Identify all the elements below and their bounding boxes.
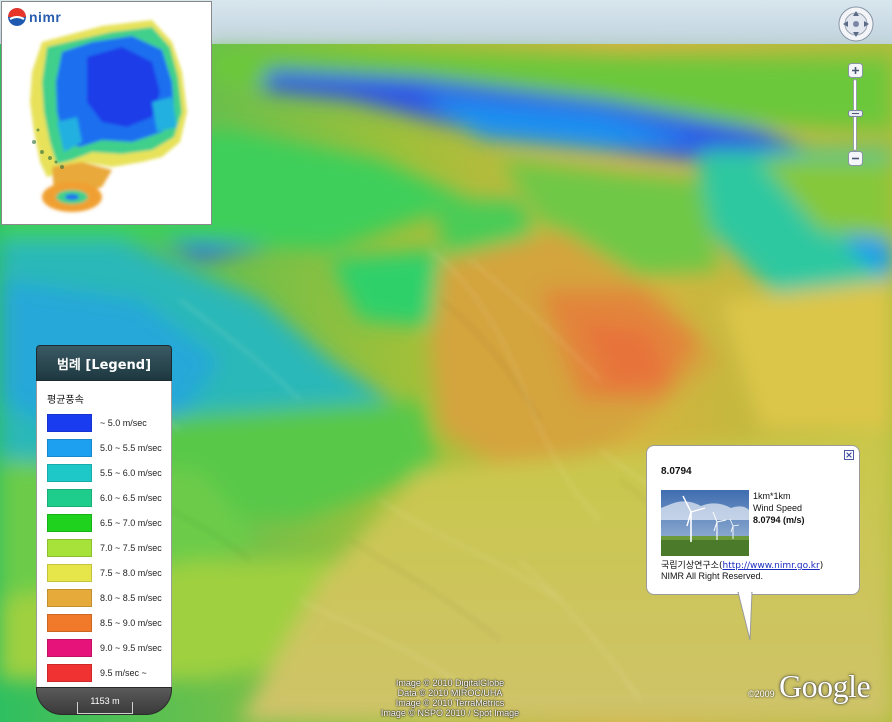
legend-swatch bbox=[47, 489, 92, 507]
balloon-metric-name: Wind Speed bbox=[753, 503, 803, 513]
navigation-compass-control[interactable] bbox=[838, 6, 874, 42]
legend-item-label: ~ 5.0 m/sec bbox=[100, 418, 147, 428]
legend-item-label: 8.5 ~ 9.0 m/sec bbox=[100, 618, 162, 628]
org-name: 국립기상연구소( bbox=[661, 561, 723, 571]
legend-swatch bbox=[47, 589, 92, 607]
nimr-logo: nimr bbox=[8, 8, 61, 26]
legend-swatch bbox=[47, 614, 92, 632]
google-logo: Google bbox=[779, 668, 871, 704]
legend-item: 6.5 ~ 7.0 m/sec bbox=[47, 513, 167, 533]
attribution-line-2: Data © 2010 MIROC/UHA bbox=[397, 688, 503, 698]
legend-item: 5.5 ~ 6.0 m/sec bbox=[47, 463, 167, 483]
zoom-out-icon[interactable] bbox=[848, 151, 863, 166]
legend-body: 평균풍속 ~ 5.0 m/sec 5.0 ~ 5.5 m/sec 5.5 ~ 6.0… bbox=[36, 381, 172, 687]
copyright-year: ©2009 bbox=[748, 689, 775, 699]
balloon-info: 1km*1km Wind Speed 8.0794 (m/s) bbox=[753, 490, 805, 526]
legend-swatch bbox=[47, 464, 92, 482]
legend-item: 6.0 ~ 6.5 m/sec bbox=[47, 488, 167, 508]
legend-item-label: 7.0 ~ 7.5 m/sec bbox=[100, 543, 162, 553]
nimr-emblem-icon bbox=[8, 8, 26, 26]
imagery-attribution: Image © 2010 DigitalGlobe Data © 2010 MI… bbox=[330, 678, 570, 718]
nimr-logo-text: nimr bbox=[29, 9, 62, 25]
legend-item-label: 5.0 ~ 5.5 m/sec bbox=[100, 443, 162, 453]
legend-item-label: 7.5 ~ 8.0 m/sec bbox=[100, 568, 162, 578]
legend-swatch bbox=[47, 639, 92, 657]
legend-item: 9.0 ~ 9.5 m/sec bbox=[47, 638, 167, 658]
korea-wind-map-thumbnail bbox=[30, 20, 187, 212]
legend-item: ~ 5.0 m/sec bbox=[47, 413, 167, 433]
balloon-organization: 국립기상연구소(http://www.nimr.go.kr) bbox=[661, 558, 823, 571]
attribution-line-3: Image © 2010 TerraMetrics bbox=[395, 698, 505, 708]
legend-item: 9.5 m/sec ~ bbox=[47, 663, 167, 683]
close-icon[interactable] bbox=[844, 450, 854, 460]
legend-subtitle: 평균풍속 bbox=[47, 395, 84, 406]
scale-bar-label: 1153 m bbox=[90, 696, 120, 706]
balloon-metric-value: 8.0794 (m/s) bbox=[753, 515, 805, 525]
wind-turbine-photo bbox=[661, 490, 749, 556]
org-suffix: ) bbox=[819, 561, 824, 571]
attribution-line-1: Image © 2010 DigitalGlobe bbox=[395, 678, 505, 688]
legend-item: 8.0 ~ 8.5 m/sec bbox=[47, 588, 167, 608]
legend-item-label: 8.0 ~ 8.5 m/sec bbox=[100, 593, 162, 603]
legend-swatch bbox=[47, 414, 92, 432]
info-balloon: 8.0794 1km*1km Wind Speed 8.0794 (m/s) 국… bbox=[646, 445, 860, 595]
legend-swatch bbox=[47, 514, 92, 532]
legend-swatch bbox=[47, 539, 92, 557]
legend-item: 7.5 ~ 8.0 m/sec bbox=[47, 563, 167, 583]
legend-swatch bbox=[47, 439, 92, 457]
balloon-pointer bbox=[737, 592, 753, 641]
wind-speed-legend: 범례 [Legend] 평균풍속 ~ 5.0 m/sec 5.0 ~ 5.5 m/… bbox=[36, 345, 172, 715]
legend-item: 7.0 ~ 7.5 m/sec bbox=[47, 538, 167, 558]
attribution-line-4: Image © NSPO 2010 / Spot Image bbox=[380, 708, 520, 718]
legend-item-label: 6.5 ~ 7.0 m/sec bbox=[100, 518, 162, 528]
balloon-title: 8.0794 bbox=[661, 466, 692, 477]
legend-item-label: 5.5 ~ 6.0 m/sec bbox=[100, 468, 162, 478]
legend-swatch bbox=[47, 564, 92, 582]
inset-overview-map[interactable]: nimr bbox=[1, 1, 212, 225]
legend-item-label: 9.5 m/sec ~ bbox=[100, 668, 147, 678]
legend-item: 5.0 ~ 5.5 m/sec bbox=[47, 438, 167, 458]
legend-title: 범례 [Legend] bbox=[36, 345, 172, 381]
legend-item-label: 6.0 ~ 6.5 m/sec bbox=[100, 493, 162, 503]
org-website-link[interactable]: http://www.nimr.go.kr bbox=[722, 561, 819, 571]
zoom-in-icon[interactable] bbox=[848, 63, 863, 78]
zoom-slider-thumb[interactable] bbox=[848, 110, 863, 117]
legend-swatch bbox=[47, 664, 92, 682]
legend-item-label: 9.0 ~ 9.5 m/sec bbox=[100, 643, 162, 653]
balloon-grid-size: 1km*1km bbox=[753, 491, 791, 501]
legend-footer: 1153 m bbox=[36, 687, 172, 715]
legend-item: 8.5 ~ 9.0 m/sec bbox=[47, 613, 167, 633]
balloon-rights: NIMR All Right Reserved. bbox=[661, 571, 764, 581]
